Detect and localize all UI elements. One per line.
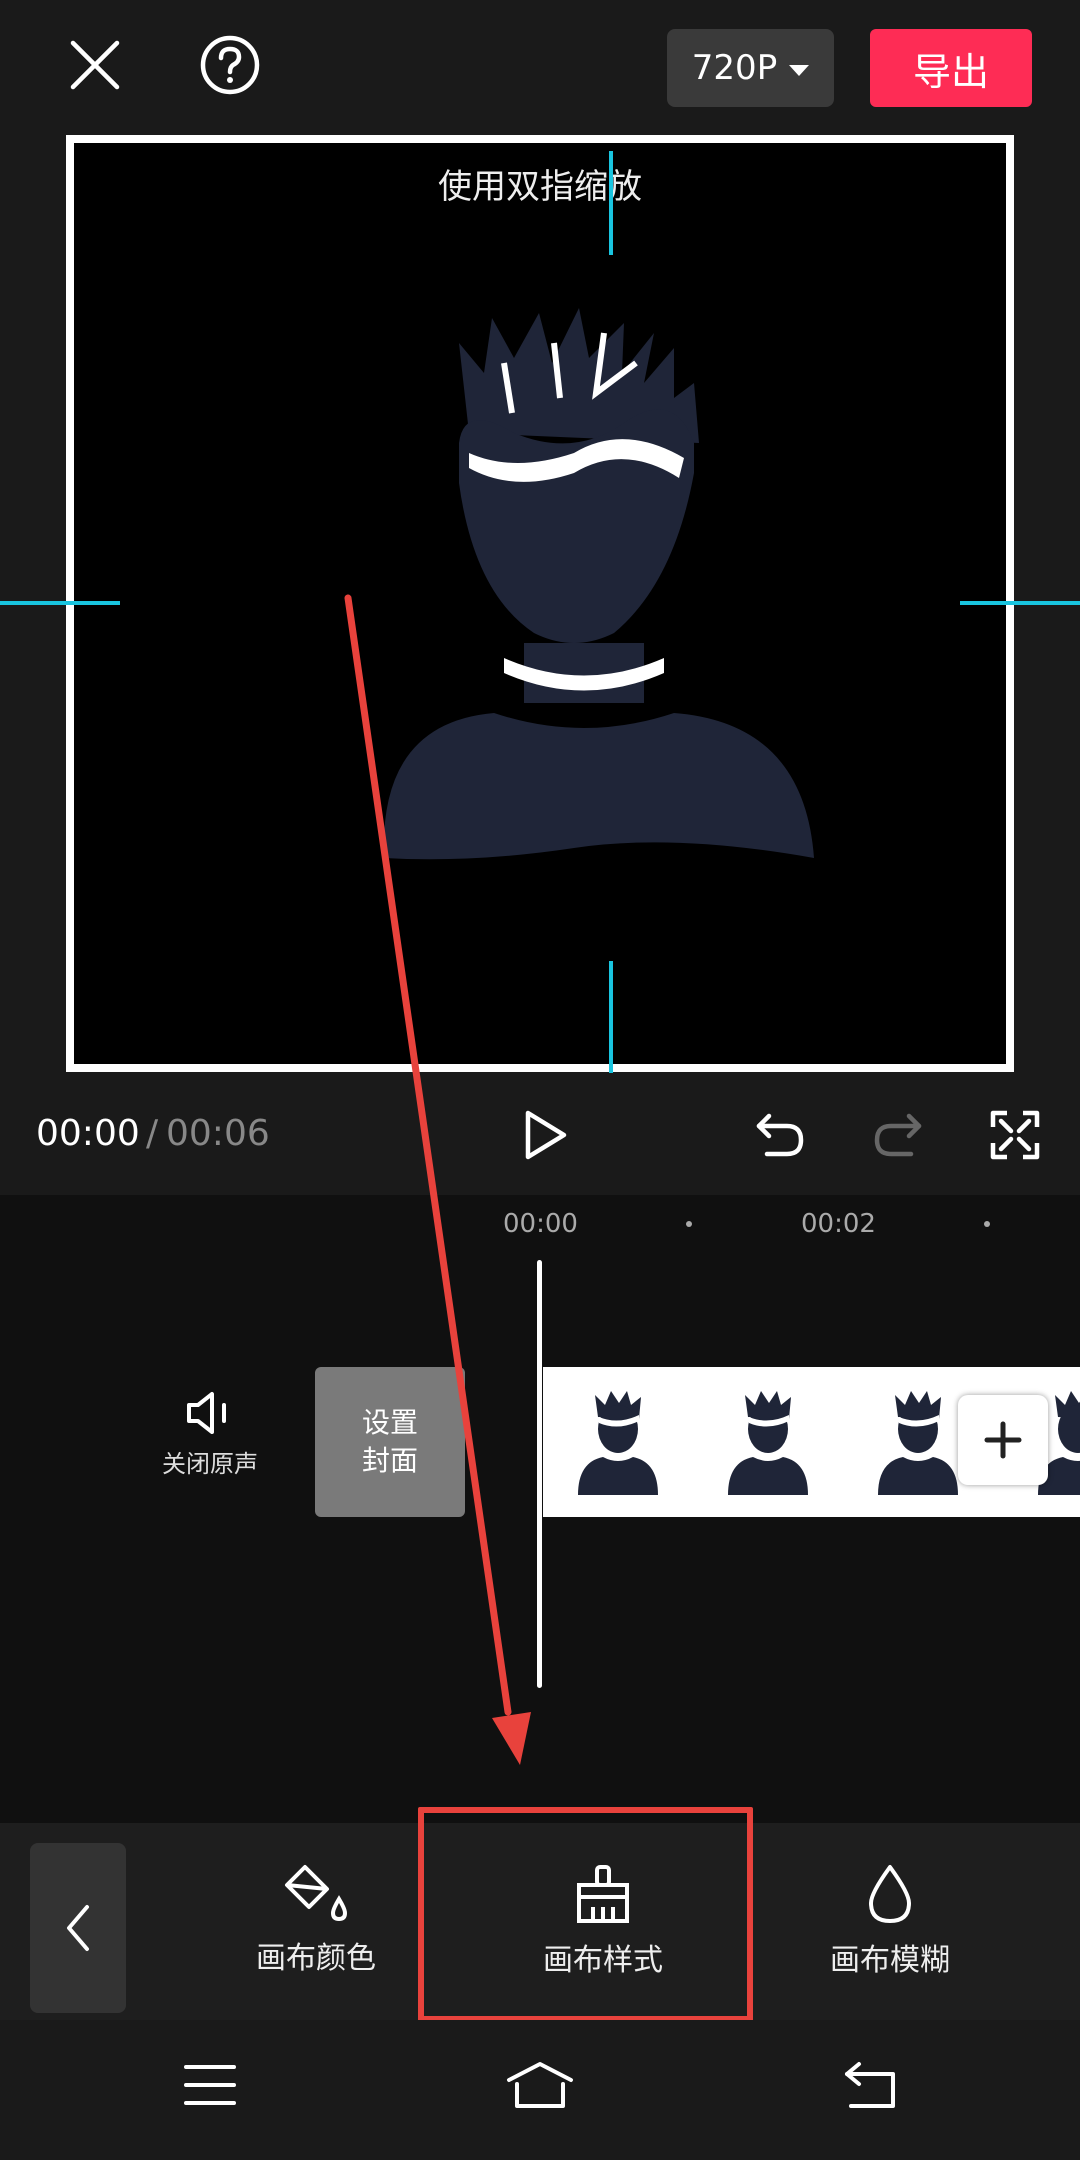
home-icon [507,2062,573,2108]
help-button[interactable] [190,25,270,105]
clip-thumbnail [728,1391,808,1495]
tick-dot [984,1221,990,1227]
cover-label-line2: 封面 [361,1444,418,1477]
clip-thumbnail [578,1391,658,1495]
resolution-label: 720P [691,48,778,88]
paint-bucket-icon [285,1865,348,1922]
total-duration: 00:06 [166,1113,270,1154]
undo-button[interactable] [740,1095,820,1175]
time-separator: / [146,1113,159,1154]
center-guide-bottom [609,961,613,1073]
redo-button[interactable] [858,1095,938,1175]
center-guide-left [0,601,120,605]
fullscreen-button[interactable] [975,1095,1055,1175]
tick-dot [686,1221,692,1227]
playhead[interactable] [537,1260,542,1688]
play-button[interactable] [505,1095,585,1175]
timeline[interactable]: 00:00 00:02 关闭原声 设置 封面 [0,1195,1080,1823]
time-tick: 00:00 [503,1209,578,1239]
cover-label-line1: 设置 [361,1406,418,1439]
canvas-color-label: 画布颜色 [256,1941,376,1976]
current-time: 00:00 [36,1113,140,1154]
canvas-color-tool[interactable]: 画布颜色 [216,1863,416,1993]
menu-icon [184,2065,236,2105]
close-button[interactable] [55,25,135,105]
center-guide-right [960,601,1080,605]
pinch-zoom-hint: 使用双指缩放 [438,167,642,207]
play-icon [525,1110,567,1160]
nav-menu-button[interactable] [170,2045,250,2125]
center-guide-top [609,151,613,255]
undo-icon [756,1113,804,1157]
canvas-blur-tool[interactable]: 画布模糊 [790,1863,990,1993]
top-bar: 720P 导出 [0,0,1080,135]
help-icon [200,35,260,95]
set-cover-button[interactable]: 设置 封面 [315,1367,465,1517]
droplet-icon [869,1865,911,1923]
back-arrow-icon [845,2062,895,2108]
player-controls: 00:00 / 00:06 [0,1075,1080,1195]
preview-area: 使用双指缩放 [0,135,1080,1075]
resolution-dropdown[interactable]: 720P [667,29,834,107]
export-button[interactable]: 导出 [870,29,1032,107]
plus-icon [984,1421,1022,1459]
canvas-blur-label: 画布模糊 [830,1943,950,1978]
chevron-left-icon [67,1905,89,1951]
add-clip-button[interactable] [958,1395,1048,1485]
nav-back-button[interactable] [830,2045,910,2125]
annotation-highlight-box [418,1807,753,2022]
system-nav-bar [0,2020,1080,2160]
clip-thumbnail [878,1391,958,1495]
mute-original-audio-button[interactable]: 关闭原声 [150,1390,270,1500]
redo-icon [874,1113,922,1157]
caret-down-icon [789,64,810,76]
speaker-mute-icon [187,1392,226,1434]
close-icon [70,40,120,90]
canvas-preview[interactable]: 使用双指缩放 [66,135,1014,1073]
fullscreen-icon [990,1110,1040,1160]
mute-label: 关闭原声 [162,1450,258,1478]
nav-home-button[interactable] [500,2045,580,2125]
toolbar-back-button[interactable] [30,1843,126,2013]
time-tick: 00:02 [801,1209,876,1239]
avatar-image [383,308,814,860]
